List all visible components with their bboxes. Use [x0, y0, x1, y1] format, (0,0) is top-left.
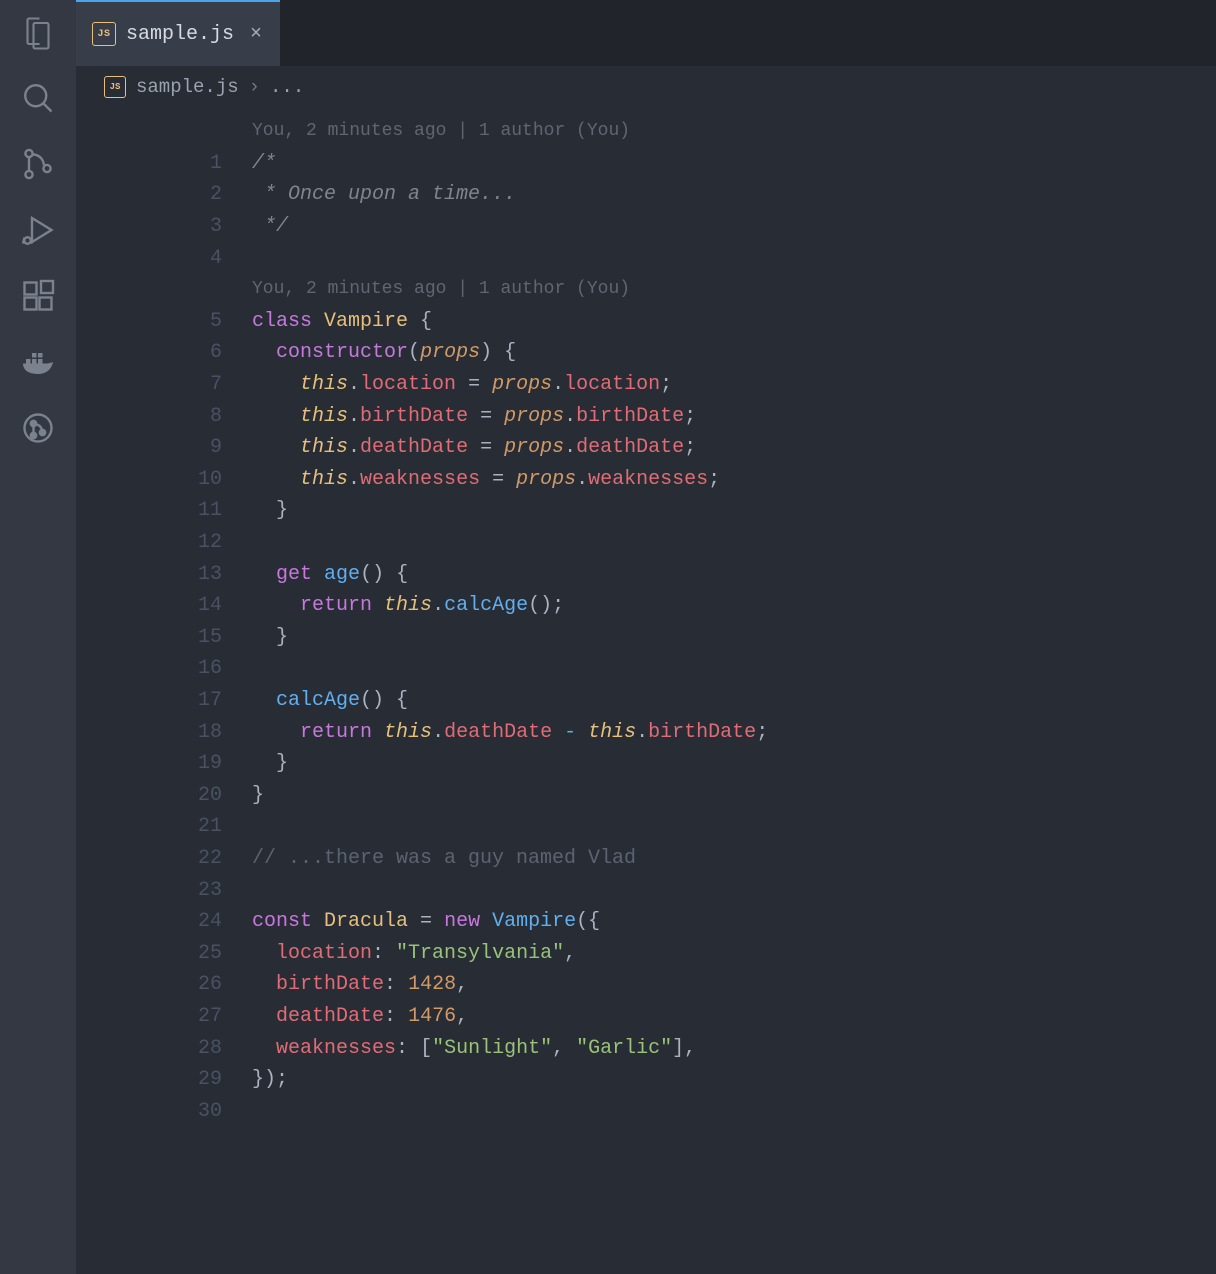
line-number: 26	[76, 973, 252, 996]
line-number: 15	[76, 626, 252, 649]
codelens[interactable]: You, 2 minutes ago | 1 author (You)	[252, 279, 630, 299]
line-number: 14	[76, 594, 252, 617]
line-number: 3	[76, 215, 252, 238]
tab-label: sample.js	[126, 23, 234, 46]
line-number: 11	[76, 499, 252, 522]
extensions-icon[interactable]	[20, 278, 56, 314]
tabs-bar: JS sample.js ×	[76, 0, 1216, 66]
line-number: 16	[76, 657, 252, 680]
line-number: 28	[76, 1037, 252, 1060]
run-debug-icon[interactable]	[20, 212, 56, 248]
line-number: 22	[76, 847, 252, 870]
line-number: 12	[76, 531, 252, 554]
line-number: 27	[76, 1005, 252, 1028]
line-number: 10	[76, 468, 252, 491]
editor-group: JS sample.js × JS sample.js › ... You, 2…	[76, 0, 1216, 1274]
close-icon[interactable]: ×	[250, 23, 262, 46]
gitlens-icon[interactable]	[20, 410, 56, 446]
explorer-icon[interactable]	[20, 14, 56, 50]
line-number: 30	[76, 1100, 252, 1123]
search-icon[interactable]	[20, 80, 56, 116]
breadcrumb-more: ...	[270, 76, 304, 98]
line-number: 1	[76, 152, 252, 175]
line-number: 2	[76, 183, 252, 206]
line-number: 9	[76, 436, 252, 459]
line-number: 5	[76, 310, 252, 333]
line-number: 13	[76, 563, 252, 586]
line-number: 17	[76, 689, 252, 712]
line-number: 4	[76, 247, 252, 270]
docker-icon[interactable]	[20, 344, 56, 380]
line-number: 20	[76, 784, 252, 807]
line-number: 8	[76, 405, 252, 428]
activity-bar	[0, 0, 76, 1274]
js-file-icon: JS	[104, 76, 126, 98]
line-number: 23	[76, 879, 252, 902]
tab-sample-js[interactable]: JS sample.js ×	[76, 0, 280, 66]
line-number: 21	[76, 815, 252, 838]
line-number: 29	[76, 1068, 252, 1091]
line-number: 19	[76, 752, 252, 775]
chevron-right-icon: ›	[249, 76, 260, 98]
line-number: 25	[76, 942, 252, 965]
breadcrumb[interactable]: JS sample.js › ...	[76, 66, 1216, 108]
line-number: 24	[76, 910, 252, 933]
line-number: 6	[76, 341, 252, 364]
code-editor[interactable]: You, 2 minutes ago | 1 author (You) 1/* …	[76, 108, 1216, 1274]
line-number: 7	[76, 373, 252, 396]
line-number: 18	[76, 721, 252, 744]
codelens[interactable]: You, 2 minutes ago | 1 author (You)	[252, 121, 630, 141]
js-file-icon: JS	[92, 22, 116, 46]
breadcrumb-file: sample.js	[136, 76, 239, 98]
source-control-icon[interactable]	[20, 146, 56, 182]
